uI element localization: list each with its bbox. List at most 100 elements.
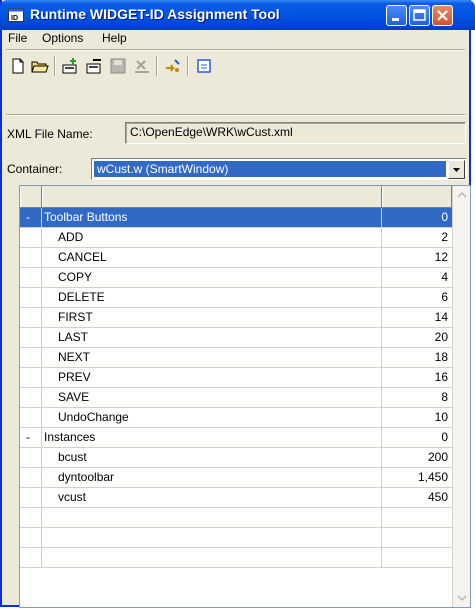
table-row[interactable]: ADD 2 bbox=[20, 228, 452, 248]
table-row[interactable]: SAVE 8 bbox=[20, 388, 452, 408]
toolbar bbox=[8, 53, 467, 79]
table-row[interactable]: FIRST 14 bbox=[20, 308, 452, 328]
row-name bbox=[42, 528, 382, 547]
table-row[interactable]: COPY 4 bbox=[20, 268, 452, 288]
row-marker[interactable] bbox=[20, 328, 42, 347]
row-name bbox=[42, 508, 382, 527]
menu-file[interactable]: File bbox=[8, 31, 27, 45]
row-marker[interactable] bbox=[20, 268, 42, 287]
widget-id-grid: - Toolbar Buttons 0 ADD 2 CANCEL 12 COPY 4 DELETE… bbox=[19, 185, 471, 608]
row-name: CANCEL bbox=[42, 248, 382, 267]
row-name bbox=[42, 548, 382, 567]
scroll-down-button[interactable] bbox=[454, 589, 470, 606]
row-marker[interactable] bbox=[20, 408, 42, 427]
row-marker[interactable] bbox=[20, 248, 42, 267]
container-label: Container: bbox=[7, 162, 63, 176]
save-icon[interactable] bbox=[108, 56, 128, 76]
table-row[interactable]: bcust 200 bbox=[20, 448, 452, 468]
row-marker[interactable] bbox=[20, 388, 42, 407]
row-value: 2 bbox=[441, 230, 448, 244]
chevron-down-icon bbox=[453, 168, 460, 172]
table-row[interactable]: CANCEL 12 bbox=[20, 248, 452, 268]
row-value: 0 bbox=[441, 210, 448, 224]
menu-bar: File Options Help bbox=[2, 28, 469, 48]
toolbar-separator bbox=[54, 56, 56, 76]
menu-options[interactable]: Options bbox=[42, 31, 83, 45]
row-name: Instances bbox=[42, 428, 382, 447]
row-name: Toolbar Buttons bbox=[42, 208, 382, 227]
grid-header-value[interactable] bbox=[382, 186, 452, 207]
row-marker[interactable] bbox=[20, 468, 42, 487]
table-row[interactable]: - Instances 0 bbox=[20, 428, 452, 448]
xml-file-label: XML File Name: bbox=[7, 127, 93, 141]
table-row[interactable] bbox=[20, 508, 452, 528]
chevron-up-icon bbox=[457, 191, 467, 198]
maximize-icon bbox=[413, 9, 426, 21]
table-row[interactable]: - Toolbar Buttons 0 bbox=[20, 208, 452, 228]
row-name: COPY bbox=[42, 268, 382, 287]
assign-icon[interactable] bbox=[163, 56, 183, 76]
row-marker[interactable] bbox=[20, 488, 42, 507]
app-window: ID Runtime WIDGET-ID Assignment Tool Fil… bbox=[0, 0, 475, 608]
row-name: LAST bbox=[42, 328, 382, 347]
svg-text:ID: ID bbox=[11, 15, 18, 22]
toolbar-divider bbox=[6, 114, 465, 116]
container-dropdown-button[interactable] bbox=[448, 160, 465, 179]
row-marker[interactable] bbox=[20, 368, 42, 387]
minimize-button[interactable] bbox=[386, 5, 407, 26]
table-row[interactable]: vcust 450 bbox=[20, 488, 452, 508]
add-widget-icon[interactable] bbox=[60, 56, 80, 76]
row-marker[interactable] bbox=[20, 548, 42, 567]
row-name: vcust bbox=[42, 488, 382, 507]
row-marker[interactable] bbox=[20, 508, 42, 527]
close-button[interactable] bbox=[432, 5, 453, 26]
row-name: PREV bbox=[42, 368, 382, 387]
row-name: UndoChange bbox=[42, 408, 382, 427]
row-name: bcust bbox=[42, 448, 382, 467]
close-icon bbox=[437, 10, 448, 21]
table-row[interactable]: NEXT 18 bbox=[20, 348, 452, 368]
container-value: wCust.w (SmartWindow) bbox=[94, 161, 446, 177]
new-file-icon[interactable] bbox=[8, 56, 28, 76]
window-icon[interactable] bbox=[194, 56, 214, 76]
row-value: 6 bbox=[441, 290, 448, 304]
row-marker[interactable] bbox=[20, 348, 42, 367]
row-name: FIRST bbox=[42, 308, 382, 327]
table-row[interactable] bbox=[20, 548, 452, 568]
row-value: 1,450 bbox=[417, 470, 448, 484]
vertical-scrollbar[interactable] bbox=[452, 186, 470, 607]
table-row[interactable]: dyntoolbar 1,450 bbox=[20, 468, 452, 488]
chevron-down-icon bbox=[457, 595, 467, 602]
row-value: 10 bbox=[434, 410, 448, 424]
maximize-button[interactable] bbox=[409, 5, 430, 26]
row-name: DELETE bbox=[42, 288, 382, 307]
scroll-up-button[interactable] bbox=[454, 187, 470, 204]
row-name: SAVE bbox=[42, 388, 382, 407]
table-row[interactable]: UndoChange 10 bbox=[20, 408, 452, 428]
row-name: dyntoolbar bbox=[42, 468, 382, 487]
row-marker[interactable]: - bbox=[20, 208, 42, 227]
menu-help[interactable]: Help bbox=[102, 31, 127, 45]
table-row[interactable]: LAST 20 bbox=[20, 328, 452, 348]
row-marker[interactable] bbox=[20, 528, 42, 547]
container-select[interactable]: wCust.w (SmartWindow) bbox=[91, 158, 467, 180]
remove-widget-icon[interactable] bbox=[84, 56, 104, 76]
row-marker[interactable]: - bbox=[20, 428, 42, 447]
row-value: 16 bbox=[434, 370, 448, 384]
table-row[interactable] bbox=[20, 528, 452, 548]
title-bar[interactable]: ID Runtime WIDGET-ID Assignment Tool bbox=[0, 0, 475, 30]
row-marker[interactable] bbox=[20, 308, 42, 327]
row-marker[interactable] bbox=[20, 288, 42, 307]
delete-icon[interactable] bbox=[132, 56, 152, 76]
grid-header-marker[interactable] bbox=[20, 186, 42, 207]
row-value: 18 bbox=[434, 350, 448, 364]
table-row[interactable]: DELETE 6 bbox=[20, 288, 452, 308]
row-marker[interactable] bbox=[20, 448, 42, 467]
app-icon: ID bbox=[8, 8, 24, 22]
grid-header-name[interactable] bbox=[42, 186, 382, 207]
row-marker[interactable] bbox=[20, 228, 42, 247]
open-folder-icon[interactable] bbox=[30, 56, 50, 76]
row-value bbox=[382, 508, 452, 527]
table-row[interactable]: PREV 16 bbox=[20, 368, 452, 388]
xml-file-field: C:\OpenEdge\WRK\wCust.xml bbox=[125, 122, 466, 144]
